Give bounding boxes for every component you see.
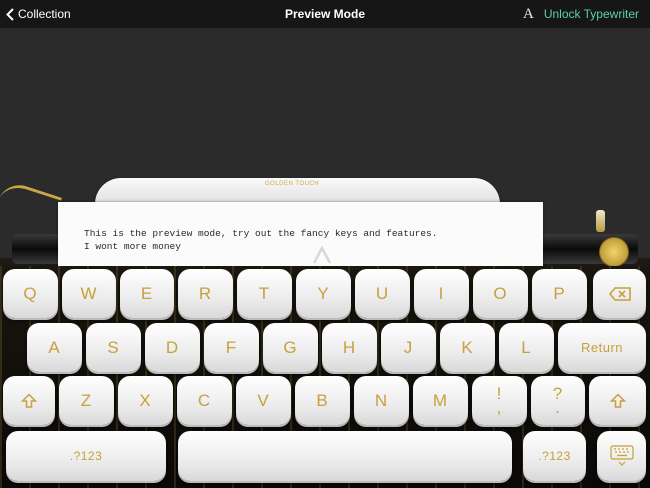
key-x[interactable]: X (118, 376, 173, 425)
brand-logo: GOLDEN TOUCH (265, 181, 320, 187)
delete-key[interactable] (593, 269, 646, 318)
font-settings-button[interactable]: A (523, 0, 534, 28)
key-v[interactable]: V (236, 376, 291, 425)
unlock-typewriter-button[interactable]: Unlock Typewriter (544, 0, 639, 28)
hide-keyboard-key[interactable] (597, 431, 646, 481)
key-j[interactable]: J (381, 323, 436, 372)
key-t[interactable]: T (237, 269, 292, 318)
key-p[interactable]: P (532, 269, 587, 318)
back-button-label: Collection (18, 7, 71, 21)
key-l[interactable]: L (499, 323, 554, 372)
key-g[interactable]: G (263, 323, 318, 372)
keyboard-dismiss-icon (609, 445, 634, 466)
key-question[interactable]: ? . (531, 376, 585, 425)
shift-arrow-icon (21, 392, 37, 408)
space-bar[interactable] (178, 431, 512, 481)
key-s[interactable]: S (86, 323, 141, 372)
typed-line: I wont more money (84, 241, 181, 252)
key-exclamation-sub: , (496, 397, 503, 417)
back-button[interactable]: Collection (6, 0, 71, 28)
key-r[interactable]: R (178, 269, 233, 318)
key-o[interactable]: O (473, 269, 528, 318)
backspace-icon (608, 286, 631, 301)
key-h[interactable]: H (322, 323, 377, 372)
type-guide-icon (312, 246, 332, 264)
knob-icon (596, 210, 605, 232)
key-a[interactable]: A (27, 323, 82, 372)
keyboard: Q W E R T Y U I O P A S D F G H J K L Re… (0, 266, 650, 488)
key-b[interactable]: B (295, 376, 350, 425)
key-e[interactable]: E (120, 269, 174, 318)
key-z[interactable]: Z (59, 376, 114, 425)
shift-key-right[interactable] (589, 376, 646, 425)
platen-knob[interactable] (599, 237, 629, 267)
key-w[interactable]: W (62, 269, 116, 318)
carriage-return-lever[interactable] (0, 179, 63, 220)
key-question-sub: . (555, 397, 561, 417)
shift-key-left[interactable] (3, 376, 55, 425)
navigation-bar: Collection Preview Mode A Unlock Typewri… (0, 0, 650, 28)
numbers-key-left[interactable]: .?123 (6, 431, 166, 481)
key-y[interactable]: Y (296, 269, 351, 318)
key-m[interactable]: M (413, 376, 468, 425)
key-exclamation[interactable]: ! , (472, 376, 527, 425)
chevron-left-icon (6, 7, 14, 21)
typed-line: This is the preview mode, try out the fa… (84, 228, 438, 239)
key-u[interactable]: U (355, 269, 410, 318)
key-c[interactable]: C (177, 376, 232, 425)
key-i[interactable]: I (414, 269, 469, 318)
key-f[interactable]: F (204, 323, 259, 372)
key-q[interactable]: Q (3, 269, 58, 318)
numbers-key-right[interactable]: .?123 (523, 431, 586, 481)
typed-text: This is the preview mode, try out the fa… (84, 227, 437, 253)
key-d[interactable]: D (145, 323, 200, 372)
shift-arrow-icon (609, 392, 626, 408)
return-key[interactable]: Return (558, 323, 646, 372)
key-n[interactable]: N (354, 376, 409, 425)
typewriter-stage: GOLDEN TOUCH This is the preview mode, t… (0, 28, 650, 488)
key-k[interactable]: K (440, 323, 495, 372)
